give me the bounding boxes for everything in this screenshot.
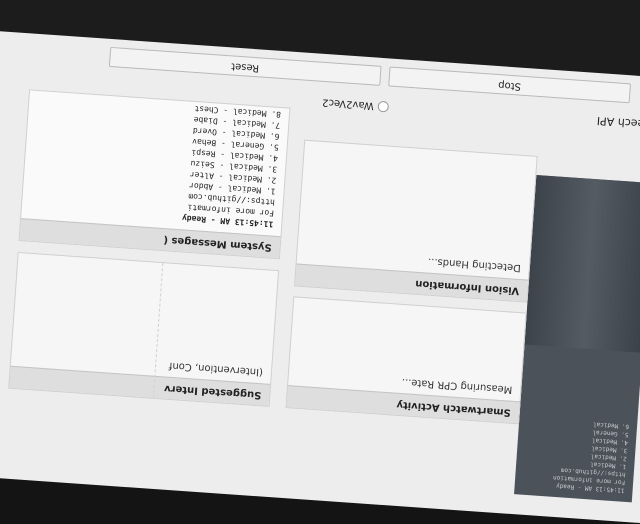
video-thumbnail-grid <box>524 174 640 353</box>
smartwatch-panel: Smartwatch Activity Measuring CPR Rate..… <box>285 296 527 425</box>
model-option[interactable]: Wav2Vec2 <box>321 96 390 113</box>
app-window: 11:45:13 AM - Ready For more information… <box>0 0 640 524</box>
video-feed: 11:45:13 AM - Ready For more information… <box>514 174 640 503</box>
video-mini-messages: 11:45:13 AM - Ready For more information… <box>552 420 630 494</box>
speech-api-label: Speech API <box>596 114 640 132</box>
model-option-label: Wav2Vec2 <box>321 96 375 111</box>
interventions-panel: Suggested Interv (Intervention, Conf <box>8 251 280 407</box>
system-messages-body: 11:45:13 AM - Ready For more informati h… <box>21 85 290 236</box>
vision-panel: Vision Information Detecting Hands... <box>294 139 538 303</box>
system-messages-panel: System Messages ( 11:45:13 AM - Ready Fo… <box>18 89 291 260</box>
radio-wav2vec2[interactable] <box>377 100 390 113</box>
